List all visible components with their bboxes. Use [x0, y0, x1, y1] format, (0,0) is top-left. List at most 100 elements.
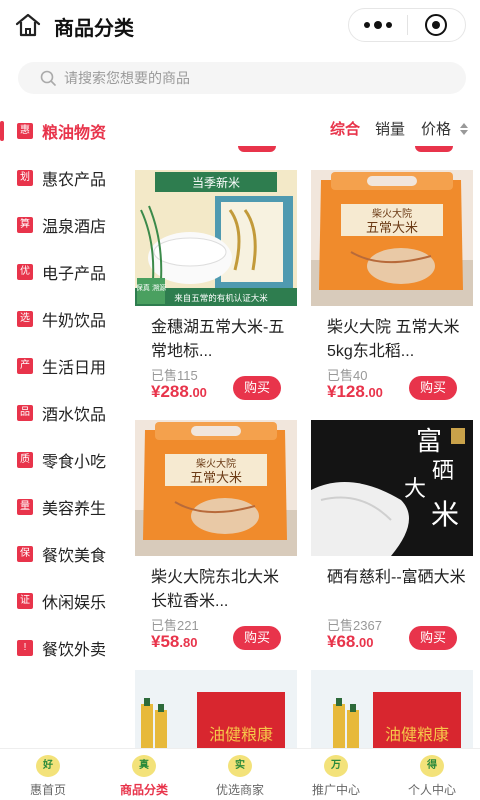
product-price: ¥128.00 [327, 382, 383, 401]
sidebar-item-label: 餐饮美食 [42, 548, 107, 565]
svg-text:硒: 硒 [432, 459, 454, 484]
category-tab-icon: 真 [132, 755, 156, 777]
buy-button[interactable]: 购买 [233, 376, 281, 400]
buy-button[interactable]: 购买 [409, 626, 457, 650]
product-image: 富 硒 大 米 [311, 420, 473, 556]
sort-comprehensive[interactable]: 综合 [330, 118, 360, 139]
sidebar-item-hot-spring-hotel[interactable]: 算 温泉酒店 [0, 202, 128, 248]
svg-text:柴火大院: 柴火大院 [372, 207, 412, 220]
product-card[interactable]: 当季新米 来自五常的有机认证大米 保真 溯源 金穗湖五常大米-五常地标... 已… [135, 170, 297, 406]
product-card[interactable]: 油健粮康 [311, 670, 473, 748]
sidebar-item-snacks[interactable]: 质 零食小吃 [0, 437, 128, 483]
category-badge: 划 [17, 170, 33, 186]
tab-category[interactable]: 真 商品分类 [96, 749, 192, 800]
product-image: 当季新米 来自五常的有机认证大米 保真 溯源 [135, 170, 297, 306]
svg-text:五常大米: 五常大米 [366, 221, 418, 236]
header: 商品分类 [0, 0, 480, 52]
product-card[interactable]: 富 硒 大 米 硒有慈利--富硒大米 已售2367 ¥68.00 购买 [311, 420, 473, 656]
sidebar-item-leisure[interactable]: 证 休闲娱乐 [0, 578, 128, 624]
product-card[interactable]: 柴火大院 五常大米 柴火大院 五常大米5kg东北稻... 已售40 ¥128.0… [311, 170, 473, 406]
product-price: ¥68.00 [327, 632, 374, 651]
svg-text:油健粮康: 油健粮康 [385, 725, 449, 744]
sidebar-item-label: 粮油物资 [42, 125, 107, 142]
prev-buy-button-edge [238, 146, 276, 152]
svg-text:富: 富 [416, 427, 442, 457]
target-icon [425, 14, 448, 36]
sidebar-item-label: 惠农产品 [42, 172, 107, 189]
tab-home[interactable]: 好 惠首页 [0, 749, 96, 800]
buy-button[interactable]: 购买 [409, 376, 457, 400]
mini-program-capsule [348, 8, 466, 42]
category-badge: 品 [17, 405, 33, 421]
prev-buy-button-edge [415, 146, 453, 152]
category-badge: 优 [17, 264, 33, 280]
category-badge: 算 [17, 217, 33, 233]
buy-button[interactable]: 购买 [233, 626, 281, 650]
category-badge: 量 [17, 499, 33, 515]
dot [373, 21, 382, 29]
tab-label: 惠首页 [29, 783, 66, 797]
product-card[interactable]: 柴火大院 五常大米 柴火大院东北大米长粒香米... 已售221 ¥58.80 购… [135, 420, 297, 656]
sidebar-item-daily-use[interactable]: 产 生活日用 [0, 343, 128, 389]
svg-text:当季新米: 当季新米 [192, 175, 240, 190]
sidebar-item-milk-drinks[interactable]: 选 牛奶饮品 [0, 296, 128, 342]
sidebar-item-electronics[interactable]: 优 电子产品 [0, 249, 128, 295]
product-name: 金穗湖五常大米-五常地标... [151, 319, 285, 360]
search-icon [40, 70, 56, 86]
sidebar-item-label: 零食小吃 [42, 454, 107, 471]
product-name: 柴火大院东北大米长粒香米... [151, 569, 280, 610]
product-name: 柴火大院 五常大米5kg东北稻... [327, 319, 460, 360]
tab-label: 优选商家 [215, 783, 264, 797]
category-badge: 产 [17, 358, 33, 374]
category-sidebar: 惠 粮油物资 划 惠农产品 算 温泉酒店 优 电子产品 选 牛奶饮品 产 生活日… [0, 108, 128, 748]
page-title: 商品分类 [54, 18, 134, 40]
product-image: 油健粮康 [135, 670, 297, 748]
active-indicator [0, 121, 4, 141]
sidebar-item-label: 美容养生 [42, 501, 107, 518]
tab-merchants[interactable]: 实 优选商家 [192, 749, 288, 800]
product-name: 硒有慈利--富硒大米 [327, 569, 466, 586]
svg-text:米: 米 [431, 498, 459, 531]
product-price: ¥58.80 [151, 632, 198, 651]
search-bar [18, 62, 466, 94]
category-badge: 保 [17, 546, 33, 562]
product-image: 柴火大院 五常大米 [135, 420, 297, 556]
sidebar-item-label: 休闲娱乐 [42, 595, 107, 612]
sidebar-item-label: 酒水饮品 [42, 407, 107, 424]
product-card[interactable]: 油健粮康 [135, 670, 297, 748]
more-options-button[interactable] [349, 9, 407, 41]
svg-text:保真 溯源: 保真 溯源 [136, 283, 166, 292]
home-tab-icon: 好 [36, 755, 60, 777]
merchants-tab-icon: 实 [228, 755, 252, 777]
sidebar-item-label: 餐饮外卖 [42, 642, 107, 659]
bottom-tab-bar: 好 惠首页 真 商品分类 实 优选商家 万 推广中心 得 个人中心 [0, 748, 480, 800]
close-miniprogram-button[interactable] [407, 9, 465, 41]
category-badge: 选 [17, 311, 33, 327]
svg-text:柴火大院: 柴火大院 [196, 457, 236, 470]
sort-sales[interactable]: 销量 [375, 118, 405, 139]
sidebar-item-takeaway[interactable]: ! 餐饮外卖 [0, 625, 128, 671]
sidebar-item-grain-oil[interactable]: 惠 粮油物资 [0, 108, 128, 154]
svg-text:大: 大 [404, 477, 426, 502]
sidebar-item-beauty-health[interactable]: 量 美容养生 [0, 484, 128, 530]
sidebar-item-liquor-drinks[interactable]: 品 酒水饮品 [0, 390, 128, 436]
profile-tab-icon: 得 [420, 755, 444, 777]
product-image: 油健粮康 [311, 670, 473, 748]
category-badge: 惠 [17, 123, 33, 139]
svg-text:油健粮康: 油健粮康 [209, 725, 273, 744]
tab-promotion[interactable]: 万 推广中心 [288, 749, 384, 800]
home-icon[interactable] [14, 12, 42, 38]
tab-profile[interactable]: 得 个人中心 [384, 749, 480, 800]
promotion-tab-icon: 万 [324, 755, 348, 777]
svg-text:五常大米: 五常大米 [190, 471, 242, 486]
product-image: 柴火大院 五常大米 [311, 170, 473, 306]
sidebar-item-agri-products[interactable]: 划 惠农产品 [0, 155, 128, 201]
sidebar-item-label: 温泉酒店 [42, 219, 107, 236]
category-badge: 质 [17, 452, 33, 468]
sidebar-item-dining[interactable]: 保 餐饮美食 [0, 531, 128, 577]
search-input[interactable] [64, 62, 444, 94]
sort-price[interactable]: 价格 [421, 118, 451, 139]
dot [363, 22, 370, 28]
sidebar-item-label: 牛奶饮品 [42, 313, 107, 330]
svg-text:来自五常的有机认证大米: 来自五常的有机认证大米 [174, 293, 268, 304]
